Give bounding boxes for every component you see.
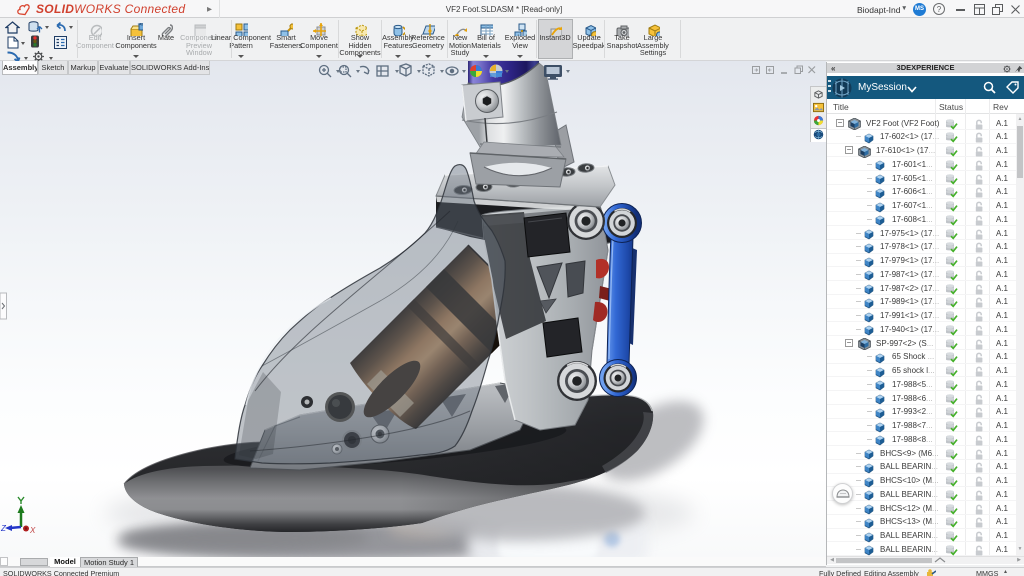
svg-text:X: X — [29, 526, 36, 535]
svg-text:Z: Z — [0, 524, 7, 533]
